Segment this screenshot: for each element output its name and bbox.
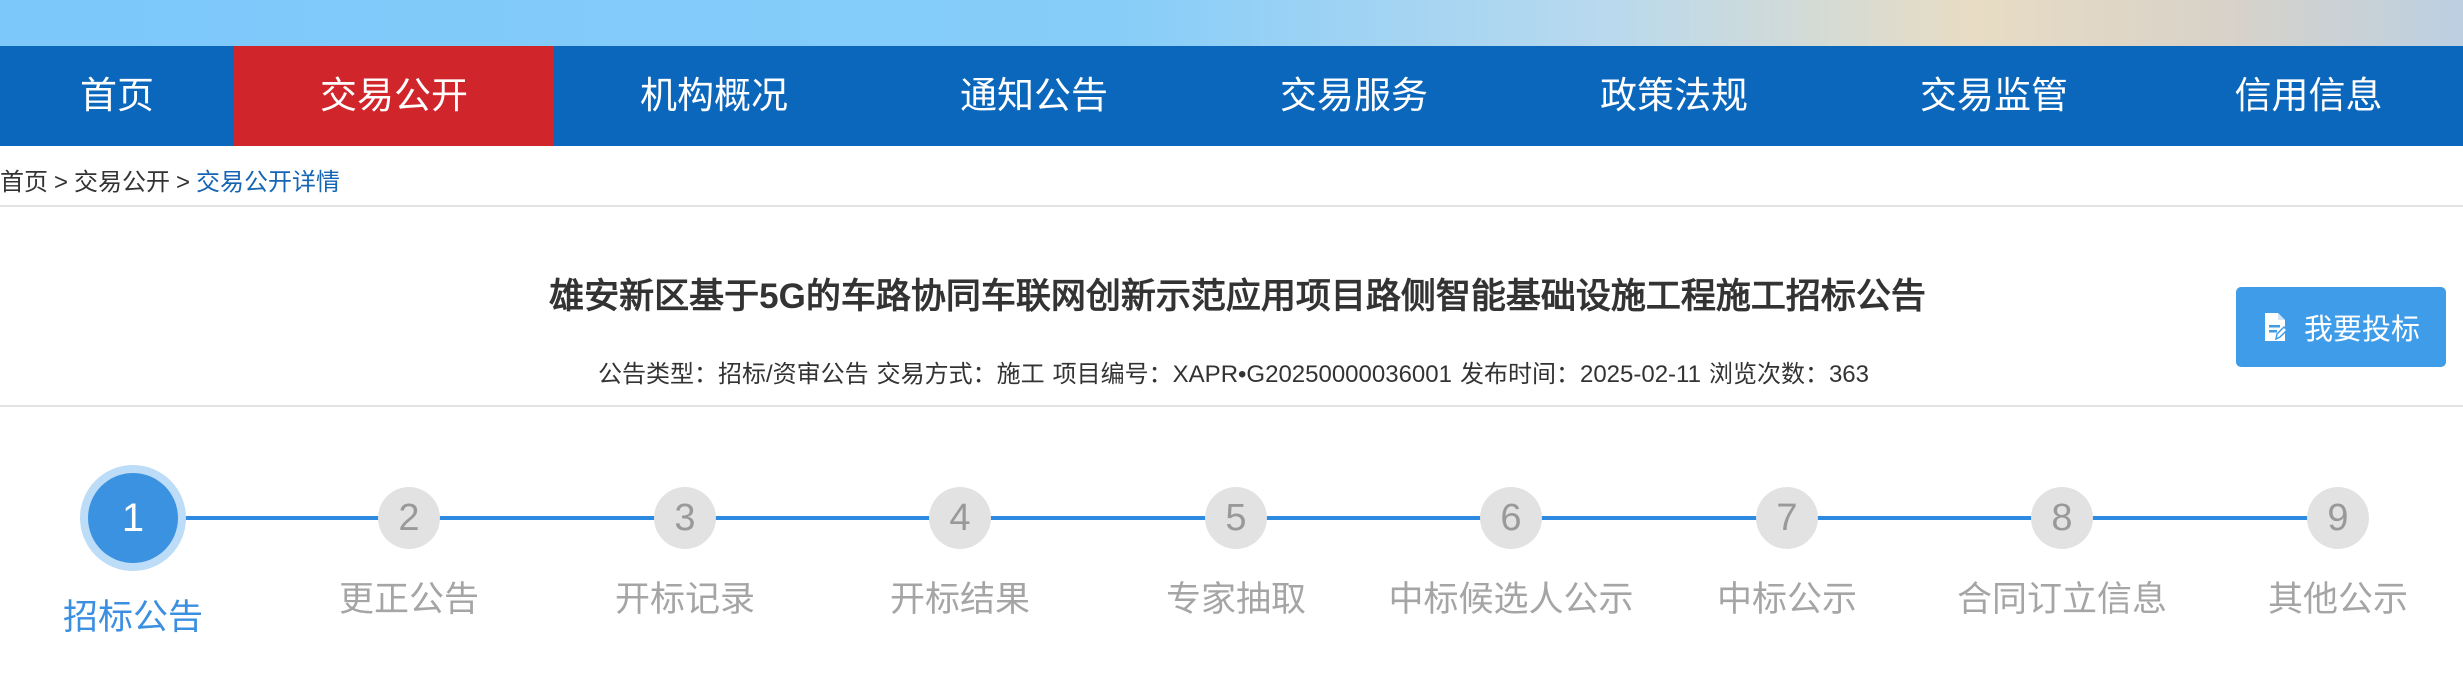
step-bidding-notice[interactable]: 1 招标公告 xyxy=(0,455,283,640)
meta-project-no: 项目编号：XAPR•G20250000036001 xyxy=(1052,361,1452,388)
nav-item-trade-services[interactable]: 交易服务 xyxy=(1194,46,1514,146)
bid-button[interactable]: 我要投标 xyxy=(2236,287,2446,367)
step-label: 开标结果 xyxy=(889,580,1030,619)
nav-item-home[interactable]: 首页 xyxy=(0,46,234,146)
nav-item-policies[interactable]: 政策法规 xyxy=(1514,46,1834,146)
meta-type: 公告类型：招标/资审公告 xyxy=(598,361,869,388)
step-label: 中标候选人公示 xyxy=(1388,580,1634,619)
step-number: 5 xyxy=(1205,487,1267,549)
meta-publish-time: 发布时间：2025-02-11 xyxy=(1459,361,1701,388)
step-opening-result[interactable]: 4 开标结果 xyxy=(810,455,1110,622)
step-number: 1 xyxy=(88,473,178,563)
nav-item-org-overview[interactable]: 机构概况 xyxy=(554,46,874,146)
nav-item-notices[interactable]: 通知公告 xyxy=(874,46,1194,146)
breadcrumb-home[interactable]: 首页 xyxy=(0,169,48,196)
breadcrumb-separator: > xyxy=(176,169,191,196)
document-edit-icon xyxy=(2262,312,2289,342)
step-label: 更正公告 xyxy=(338,580,479,619)
step-number: 7 xyxy=(1756,487,1818,549)
step-opening-record[interactable]: 3 开标记录 xyxy=(535,455,835,622)
step-label: 开标记录 xyxy=(614,580,755,619)
step-label: 招标公告 xyxy=(62,598,203,637)
divider xyxy=(0,405,2463,407)
step-number: 9 xyxy=(2307,487,2369,549)
nav-item-trade-supervision[interactable]: 交易监管 xyxy=(1834,46,2154,146)
step-expert-selection[interactable]: 5 专家抽取 xyxy=(1086,455,1386,622)
step-other-publicity[interactable]: 9 其他公示 xyxy=(2188,455,2463,622)
step-candidate-publicity[interactable]: 6 中标候选人公示 xyxy=(1361,455,1661,622)
breadcrumb-separator: > xyxy=(54,169,69,196)
nav-item-credit-info[interactable]: 信用信息 xyxy=(2154,46,2463,146)
process-steps: 1 招标公告 2 更正公告 3 开标记录 4 开标结果 5 专家抽取 6 中标候… xyxy=(0,455,2463,637)
step-number: 3 xyxy=(654,487,716,549)
article-meta: 公告类型：招标/资审公告 交易方式：施工 项目编号：XAPR•G2025000003… xyxy=(0,354,2463,389)
step-winner-publicity[interactable]: 7 中标公示 xyxy=(1637,455,1937,622)
step-contract-info[interactable]: 8 合同订立信息 xyxy=(1912,455,2212,622)
step-label: 合同订立信息 xyxy=(1956,580,2167,619)
meta-views: 浏览次数：363 xyxy=(1708,361,1869,388)
page-title: 雄安新区基于5G的车路协同车联网创新示范应用项目路侧智能基础设施工程施工招标公告 xyxy=(549,277,1926,316)
nav-item-trade-public[interactable]: 交易公开 xyxy=(234,46,554,146)
top-banner xyxy=(0,0,2463,46)
main-nav: 首页 交易公开 机构概况 通知公告 交易服务 政策法规 交易监管 信用信息 xyxy=(0,46,2463,146)
breadcrumb-current[interactable]: 交易公开详情 xyxy=(196,169,340,196)
step-number: 2 xyxy=(378,487,440,549)
step-number: 8 xyxy=(2031,487,2093,549)
bid-button-label: 我要投标 xyxy=(2303,314,2420,346)
divider xyxy=(0,205,2463,207)
step-label: 中标公示 xyxy=(1716,580,1857,619)
step-correction-notice[interactable]: 2 更正公告 xyxy=(259,455,559,622)
breadcrumb-section[interactable]: 交易公开 xyxy=(74,169,170,196)
step-label: 其他公示 xyxy=(2267,580,2408,619)
step-number: 4 xyxy=(929,487,991,549)
step-number: 6 xyxy=(1480,487,1542,549)
breadcrumb: 首页 > 交易公开 > 交易公开详情 xyxy=(0,166,340,200)
step-label: 专家抽取 xyxy=(1165,580,1306,619)
meta-method: 交易方式：施工 xyxy=(876,361,1045,388)
